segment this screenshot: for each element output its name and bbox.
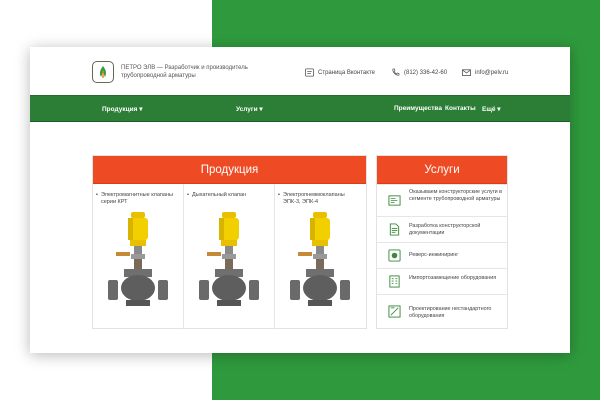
recycle-icon xyxy=(388,249,401,262)
phone-icon xyxy=(392,68,400,76)
service-label: Оказываем конструкторские услуги в сегме… xyxy=(409,189,503,202)
service-label: Импортозамещение оборудования xyxy=(409,275,497,281)
service-label: Разработка конструкторской документации xyxy=(409,223,481,236)
vk-icon xyxy=(305,68,314,77)
service-label: Проектирование нестандартного оборудован… xyxy=(409,306,492,319)
vk-label: Страница Вконтакте xyxy=(318,69,375,76)
service-item[interactable]: Разработка конструкторской документации xyxy=(377,216,507,242)
site-header: ПЕТРО ЭЛВ — Разработчик и производитель … xyxy=(30,47,570,95)
logo-icon[interactable] xyxy=(92,61,114,83)
service-label: Реверс-инжиниринг xyxy=(409,252,459,258)
mail-icon xyxy=(462,69,471,76)
phone-link[interactable]: (812) 336-42-60 xyxy=(391,68,447,77)
service-item[interactable]: Оказываем конструкторские услуги в сегме… xyxy=(377,184,507,216)
website-card: ПЕТРО ЭЛВ — Разработчик и производитель … xyxy=(30,47,570,353)
document-icon xyxy=(389,223,400,236)
service-item[interactable]: Проектирование нестандартного оборудован… xyxy=(377,294,507,328)
drafting-icon xyxy=(388,305,401,318)
products-panel: Продукция Электромагнитные клапаны серии… xyxy=(92,155,367,329)
site-tagline: ПЕТРО ЭЛВ — Разработчик и производитель … xyxy=(121,65,248,79)
vk-link[interactable]: Страница Вконтакте xyxy=(305,68,375,77)
products-heading: Продукция xyxy=(93,156,366,184)
blueprint-icon xyxy=(388,195,401,206)
nav-advantages[interactable]: Преимущества xyxy=(394,105,442,112)
product-card[interactable]: Электропневмоклапаны ЭПК-3, ЭПК-4 xyxy=(275,184,367,329)
nav-products[interactable]: Продукция ▾ xyxy=(102,105,142,113)
main-nav: Продукция ▾ Услуги ▾ Преимущества Контак… xyxy=(30,95,570,122)
phone-number: (812) 336-42-60 xyxy=(404,69,448,76)
nav-services[interactable]: Услуги ▾ xyxy=(236,105,263,113)
product-label: Электромагнитные клапаны серии КРТ xyxy=(96,192,181,206)
valve-icon xyxy=(108,212,168,306)
services-panel: Услуги Оказываем конструкторские услуги … xyxy=(376,155,508,329)
nav-more[interactable]: Ещё ▾ xyxy=(482,105,501,113)
product-card[interactable]: Дыхательный клапан xyxy=(184,184,275,329)
equipment-icon xyxy=(389,275,400,288)
product-label: Дыхательный клапан xyxy=(187,192,272,199)
product-card[interactable]: Электромагнитные клапаны серии КРТ xyxy=(93,184,184,329)
nav-contacts[interactable]: Контакты xyxy=(445,105,476,112)
service-item[interactable]: Импортозамещение оборудования xyxy=(377,268,507,294)
valve-icon xyxy=(199,212,259,306)
valve-icon xyxy=(290,212,350,306)
product-label: Электропневмоклапаны ЭПК-3, ЭПК-4 xyxy=(278,192,363,206)
service-item[interactable]: Реверс-инжиниринг xyxy=(377,242,507,268)
services-heading: Услуги xyxy=(377,156,507,184)
email-address: info@pelv.ru xyxy=(475,69,509,76)
email-link[interactable]: info@pelv.ru xyxy=(462,68,508,77)
